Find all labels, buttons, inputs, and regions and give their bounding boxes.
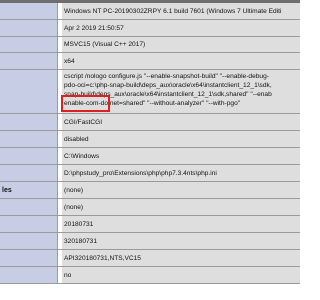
- row-label: [0, 250, 58, 266]
- table-row: CGI/FastCGI: [0, 114, 300, 131]
- table-row: MSVC15 (Visual C++ 2017): [0, 37, 300, 53]
- table-row: C:\Windows: [0, 148, 300, 165]
- row-label: les: [0, 182, 58, 198]
- row-value-php-api: 20180731: [62, 216, 300, 232]
- row-value-loaded-ini: D:\phpstudy_pro\Extensions\php\php7.3.4n…: [62, 165, 300, 181]
- configure-line: cscript /nologo configure.js "--enable-s…: [64, 73, 269, 80]
- table-row: x64: [0, 53, 300, 70]
- row-label: [0, 53, 58, 69]
- table-row: 320180731: [0, 233, 300, 250]
- row-label: [0, 233, 58, 249]
- row-label: [0, 3, 58, 19]
- table-row: cscript /nologo configure.js "--enable-s…: [0, 70, 300, 114]
- table-row: (none): [0, 199, 300, 216]
- row-value-build-date: Apr 2 2019 21:50:57: [62, 20, 300, 36]
- row-value-zend-extension: 320180731: [62, 233, 300, 249]
- table-row: API320180731,NTS,VC15: [0, 250, 300, 267]
- row-label: [0, 131, 58, 147]
- row-label: [0, 114, 58, 130]
- row-value-system: Windows NT PC-20190302ZRPY 6.1 build 760…: [62, 3, 300, 19]
- row-value-scan-dir: (none): [62, 182, 300, 198]
- table-row: Apr 2 2019 21:50:57: [0, 20, 300, 37]
- row-value-config-path: C:\Windows: [62, 148, 300, 164]
- row-value-virtual-directory: disabled: [62, 131, 300, 147]
- row-label: [0, 37, 58, 52]
- table-row: D:\phpstudy_pro\Extensions\php\php7.3.4n…: [0, 165, 300, 182]
- table-row: les (none): [0, 182, 300, 199]
- row-label: [0, 20, 58, 36]
- row-label: [0, 216, 58, 232]
- row-label: [0, 70, 58, 113]
- row-label: [0, 267, 58, 283]
- row-label: [0, 199, 58, 215]
- table-row: disabled: [0, 131, 300, 148]
- row-value-architecture: x64: [62, 53, 300, 69]
- configure-line: pdo-oci=c:\php-snap-build\deps_aux\oracl…: [64, 82, 272, 89]
- phpinfo-table: Windows NT PC-20190302ZRPY 6.1 build 760…: [0, 3, 300, 284]
- row-label: [0, 148, 58, 164]
- row-value-extension-build: API320180731,NTS,VC15: [62, 250, 300, 266]
- row-label: [0, 165, 58, 181]
- row-value-compiler: MSVC15 (Visual C++ 2017): [62, 37, 300, 52]
- row-value-server-api: CGI/FastCGI: [62, 114, 300, 130]
- row-value-additional-ini: (none): [62, 199, 300, 215]
- table-row: no: [0, 267, 300, 284]
- table-row: 20180731: [0, 216, 300, 233]
- table-row: Windows NT PC-20190302ZRPY 6.1 build 760…: [0, 3, 300, 20]
- red-highlight-box: [61, 95, 110, 112]
- row-value-debug-build: no: [62, 267, 300, 283]
